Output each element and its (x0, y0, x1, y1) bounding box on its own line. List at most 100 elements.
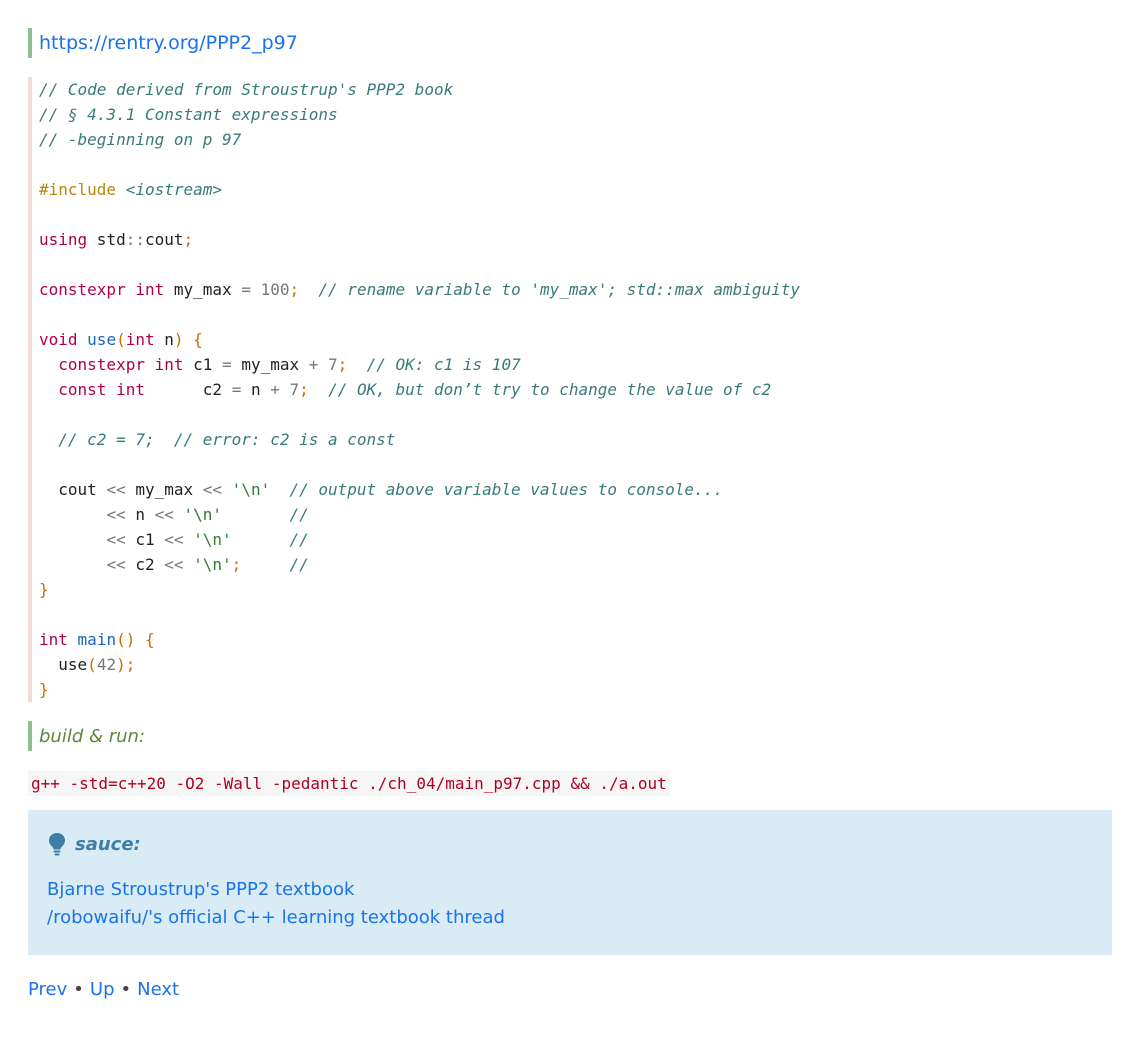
code-token: ) (173, 330, 184, 349)
nav-separator: • (120, 978, 132, 1000)
admonition-title-text: sauce: (75, 833, 141, 855)
textbook-link[interactable]: Bjarne Stroustrup's PPP2 textbook (47, 876, 1093, 904)
code-line: // c2 = 7; // error: c2 is a const (39, 427, 1112, 452)
code-token: << (164, 555, 184, 574)
code-token: <iostream> (125, 180, 223, 199)
code-token: () (116, 630, 136, 649)
code-token: constexpr (58, 355, 145, 374)
code-token: constexpr (39, 280, 126, 299)
admonition-title: sauce: (47, 830, 1093, 858)
code-token: ; (299, 380, 309, 399)
up-link[interactable]: Up (90, 979, 115, 1000)
code-line: cout << my_max << '\n' // output above v… (39, 477, 1112, 502)
code-token: // Code derived from Stroustrup's PPP2 b… (39, 80, 454, 99)
page-content: https://rentry.org/PPP2_p97 // Code deri… (0, 0, 1140, 1004)
code-token: my_max (125, 480, 203, 499)
code-token: // rename variable to 'my_max'; std::max… (318, 280, 801, 299)
code-token: ); (116, 655, 136, 674)
code-token: << (202, 480, 223, 499)
build-run-label: build & run: (39, 725, 146, 747)
code-listing: // Code derived from Stroustrup's PPP2 b… (39, 77, 1112, 702)
code-token: 7 (289, 380, 300, 399)
code-token: c1 (125, 530, 165, 549)
code-token: c2 (144, 380, 232, 399)
code-token: const (58, 380, 107, 399)
lightbulb-icon (47, 831, 67, 857)
code-line: using std::cout; (39, 227, 1112, 252)
code-line: constexpr int c1 = my_max + 7; // OK: c1… (39, 352, 1112, 377)
nav-separator: • (73, 978, 84, 1000)
code-token: using (39, 230, 88, 249)
code-token: ( (87, 655, 97, 674)
code-line: // -beginning on p 97 (39, 127, 1112, 152)
page-navigation: Prev • Up • Next (28, 974, 1112, 1004)
code-token: { (144, 630, 155, 649)
code-token: int (154, 355, 184, 374)
textbook-thread-link[interactable]: /robowaifu/'s official C++ learning text… (47, 904, 1093, 932)
code-token: n (241, 380, 271, 399)
code-token: << (106, 480, 126, 499)
code-token: << (106, 555, 126, 574)
code-token: << (106, 530, 126, 549)
code-token: int (125, 330, 155, 349)
code-token: '\n' (183, 505, 223, 524)
code-token: int (39, 630, 68, 649)
code-token: :: (125, 230, 145, 249)
code-token: my_max (231, 355, 309, 374)
code-token: my_max (164, 280, 242, 299)
code-token: main (77, 630, 117, 649)
build-run-quote: build & run: (28, 721, 1112, 751)
code-token: << (106, 505, 126, 524)
code-token: '\n' (193, 555, 232, 574)
code-token: + (308, 355, 319, 374)
code-token: #include (39, 180, 117, 199)
code-line: const int c2 = n + 7; // OK, but don’t t… (39, 377, 1112, 402)
code-token: 42 (96, 655, 117, 674)
code-token: + (270, 380, 280, 399)
code-line: #include <iostream> (39, 177, 1112, 202)
code-token: n (154, 330, 174, 349)
code-token: use (87, 330, 117, 349)
next-link[interactable]: Next (137, 979, 179, 1000)
admonition-links: Bjarne Stroustrup's PPP2 textbook /robow… (47, 876, 1093, 932)
prev-link[interactable]: Prev (28, 979, 67, 1000)
source-link[interactable]: https://rentry.org/PPP2_p97 (39, 32, 298, 54)
code-token: cout (144, 230, 184, 249)
code-line: << c2 << '\n'; // (39, 552, 1112, 577)
code-token: cout (39, 480, 107, 499)
code-line: << c1 << '\n' // (39, 527, 1112, 552)
code-token: // output above variable values to conso… (289, 480, 723, 499)
code-token: 100 (260, 280, 290, 299)
code-token: } (39, 680, 49, 699)
code-token: = (231, 380, 242, 399)
code-line: } (39, 577, 1112, 602)
code-token: '\n' (193, 530, 232, 549)
code-block: // Code derived from Stroustrup's PPP2 b… (28, 77, 1112, 702)
code-token: = (222, 355, 232, 374)
